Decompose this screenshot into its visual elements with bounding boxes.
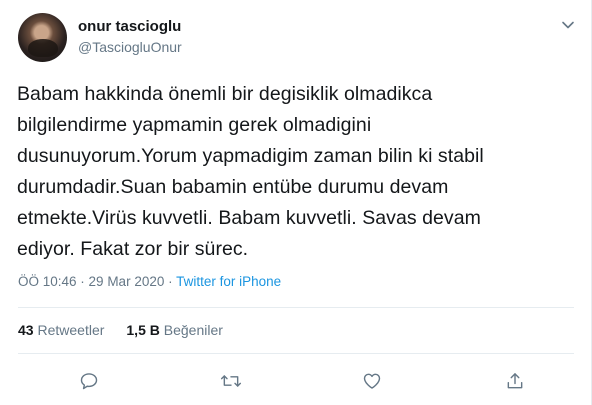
tweet-source-link[interactable]: Twitter for iPhone <box>176 274 281 289</box>
share-icon <box>507 373 523 389</box>
likes-count: 1,5 B <box>126 322 160 338</box>
retweet-icon <box>220 375 242 387</box>
tweet-stats: 43 Retweetler 1,5 B Beğeniler <box>18 322 223 338</box>
author-display-name[interactable]: onur tascioglu <box>78 18 181 35</box>
retweets-count: 43 <box>18 322 34 338</box>
meta-separator: · <box>76 274 89 289</box>
likes-stat[interactable]: 1,5 B Beğeniler <box>126 322 223 338</box>
likes-label: Beğeniler <box>163 322 223 338</box>
tweet-meta: ÖÖ 10:46 · 29 Mar 2020 · Twitter for iPh… <box>18 274 281 289</box>
tweet-time[interactable]: ÖÖ 10:46 <box>18 274 77 289</box>
avatar[interactable] <box>18 13 67 62</box>
reply-button[interactable] <box>76 368 102 394</box>
retweets-label: Retweetler <box>37 322 105 338</box>
retweet-button[interactable] <box>218 368 244 394</box>
author-handle[interactable]: @TasciogluOnur <box>78 39 182 55</box>
divider <box>18 353 574 354</box>
retweets-stat[interactable]: 43 Retweetler <box>18 322 104 338</box>
tweet-card: onur tascioglu @TasciogluOnur Babam hakk… <box>0 0 592 405</box>
share-button[interactable] <box>502 368 528 394</box>
heart-icon <box>363 373 381 389</box>
chevron-down-icon[interactable] <box>561 18 575 32</box>
tweet-actions <box>0 368 592 394</box>
divider <box>18 307 574 308</box>
like-button[interactable] <box>359 368 385 394</box>
tweet-date[interactable]: 29 Mar 2020 <box>89 274 165 289</box>
reply-icon <box>80 373 98 390</box>
tweet-text: Babam hakkinda önemli bir degisiklik olm… <box>17 83 484 260</box>
meta-separator: · <box>164 274 177 289</box>
